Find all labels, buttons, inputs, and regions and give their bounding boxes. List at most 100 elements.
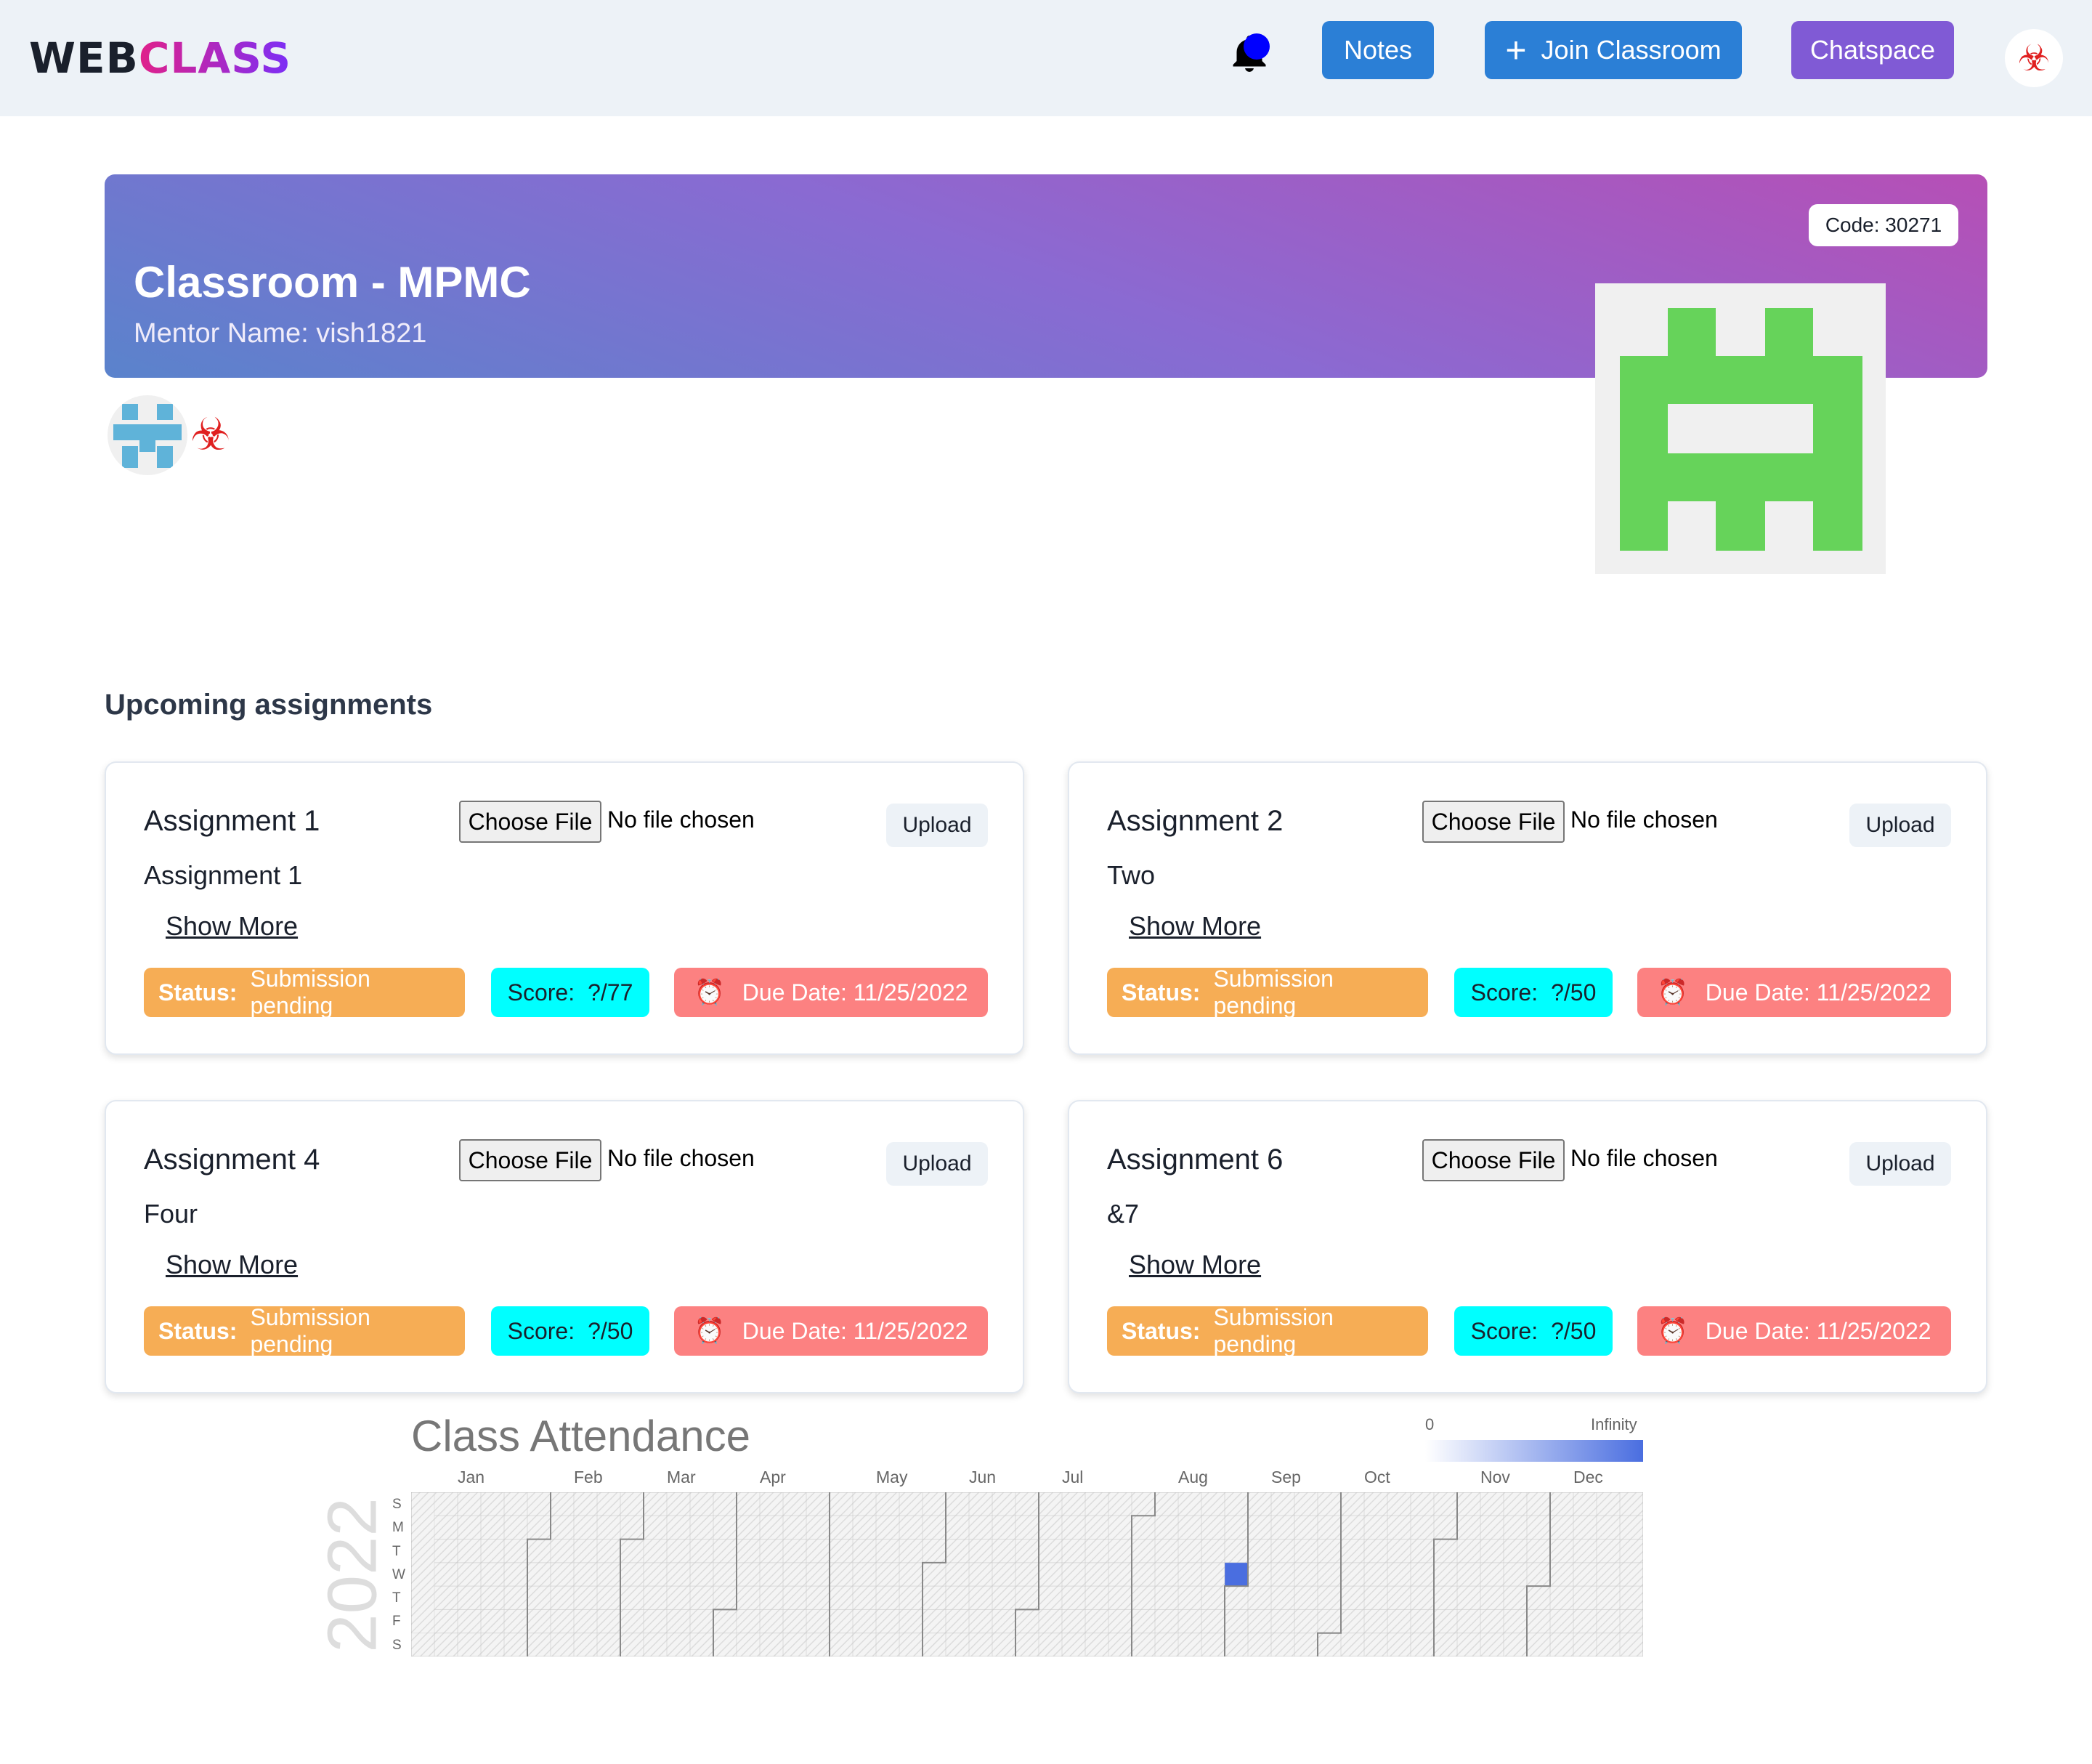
upload-button[interactable]: Upload [886, 1142, 988, 1186]
heatmap-day-cell [1154, 1609, 1179, 1634]
member-avatar[interactable] [108, 395, 187, 475]
heatmap-day-cell [666, 1562, 691, 1587]
heatmap-day-cell [1363, 1562, 1388, 1587]
heatmap-day-cell [527, 1609, 551, 1634]
heatmap-day-cell [1480, 1492, 1504, 1516]
heatmap-day-cell [550, 1609, 575, 1634]
heatmap-day-cell [852, 1539, 877, 1563]
webclass-logo[interactable]: WEBCLASS [29, 33, 291, 83]
heatmap-day-cell [1061, 1562, 1086, 1587]
heatmap-day-cell [434, 1632, 458, 1656]
heatmap-day-cell [457, 1562, 482, 1587]
heatmap-day-cell [550, 1492, 575, 1516]
heatmap-day-cell [1201, 1562, 1225, 1587]
choose-file-button[interactable]: Choose File [459, 1139, 601, 1181]
heatmap-day-cell [1526, 1539, 1551, 1563]
heatmap-day-cell [1247, 1632, 1272, 1656]
upload-button[interactable]: Upload [886, 804, 988, 847]
month-label: Oct [1364, 1468, 1390, 1486]
heatmap-day-cell [852, 1609, 877, 1634]
heatmap-day-cell [1480, 1562, 1504, 1587]
alarm-clock-icon: ⏰ [1657, 979, 1688, 1006]
heatmap-day-cell [1526, 1492, 1551, 1516]
heatmap-day-cell [1363, 1492, 1388, 1516]
heatmap-day-cell [596, 1539, 621, 1563]
show-more-link[interactable]: Show More [166, 911, 298, 942]
choose-file-button[interactable]: Choose File [459, 801, 601, 843]
heatmap-day-cell [1619, 1585, 1643, 1610]
heatmap-day-cell [1619, 1609, 1643, 1634]
heatmap-day-cell [1363, 1609, 1388, 1634]
heatmap-day-cell [968, 1562, 993, 1587]
heatmap-day-cell [1084, 1539, 1109, 1563]
upload-button[interactable]: Upload [1849, 1142, 1951, 1186]
show-more-link[interactable]: Show More [166, 1250, 298, 1280]
heatmap-day-cell [1247, 1515, 1272, 1540]
heatmap-day-cell [1294, 1562, 1318, 1587]
heatmap-day-cell [1247, 1492, 1272, 1516]
choose-file-button[interactable]: Choose File [1422, 1139, 1565, 1181]
biohazard-icon[interactable]: ☣ [190, 413, 231, 458]
heatmap-day-cell [1573, 1609, 1597, 1634]
heatmap-day-cell [1015, 1632, 1039, 1656]
heatmap-day-cell [992, 1562, 1016, 1587]
show-more-link[interactable]: Show More [1129, 911, 1261, 942]
heatmap-day-cell [1573, 1632, 1597, 1656]
heatmap-day-cell [1084, 1632, 1109, 1656]
join-classroom-button[interactable]: + Join Classroom [1485, 21, 1742, 79]
heatmap-day-cell [1503, 1562, 1528, 1587]
month-label: Jun [969, 1468, 997, 1486]
profile-avatar[interactable]: ☣ [2005, 29, 2063, 87]
heatmap-day-cell [1573, 1585, 1597, 1610]
heatmap-day-cell [1503, 1585, 1528, 1610]
heatmap-day-cell [1573, 1515, 1597, 1540]
heatmap-day-cell [1270, 1539, 1295, 1563]
heatmap-day-cell [1503, 1609, 1528, 1634]
heatmap-day-cell [1177, 1515, 1202, 1540]
heatmap-day-cell [550, 1515, 575, 1540]
heatmap-day-cell [1131, 1492, 1156, 1516]
heatmap-day-cell [1619, 1562, 1643, 1587]
heatmap-day-cell [1526, 1562, 1551, 1587]
assignment-card: Assignment 6 Choose File No file chosen … [1068, 1100, 1987, 1393]
due-date-badge: ⏰ Due Date: 11/25/2022 [674, 1306, 988, 1356]
heatmap-day-cell [852, 1515, 877, 1540]
heatmap-day-cell [596, 1515, 621, 1540]
choose-file-button[interactable]: Choose File [1422, 801, 1565, 843]
heatmap-day-cell [1317, 1609, 1342, 1634]
file-status: No file chosen [1570, 1145, 1718, 1171]
month-label: Mar [667, 1468, 696, 1486]
heatmap-day-cell [1340, 1585, 1365, 1610]
heatmap-day-cell [1061, 1585, 1086, 1610]
heatmap-day-cell [1015, 1515, 1039, 1540]
heatmap-day-cell [480, 1515, 505, 1540]
day-label: F [392, 1614, 401, 1630]
upload-button[interactable]: Upload [1849, 804, 1951, 847]
heatmap-day-cell [1224, 1539, 1249, 1563]
chatspace-button[interactable]: Chatspace [1791, 21, 1954, 79]
heatmap-day-cell [1387, 1632, 1411, 1656]
heatmap-day-cell [1224, 1492, 1249, 1516]
heatmap-day-cell [596, 1585, 621, 1610]
heatmap-day-cell [666, 1632, 691, 1656]
heatmap-day-cell [829, 1539, 854, 1563]
heatmap-day-cell [1084, 1515, 1109, 1540]
heatmap-day-cell [1177, 1632, 1202, 1656]
score-badge: Score: ?/77 [491, 968, 649, 1017]
heatmap-day-cell [1108, 1539, 1132, 1563]
heatmap-day-cell [1015, 1562, 1039, 1587]
heatmap-day-cell [620, 1515, 644, 1540]
heatmap-day-cell [1247, 1609, 1272, 1634]
heatmap-day-cell [1247, 1539, 1272, 1563]
heatmap-day-cell [736, 1515, 761, 1540]
heatmap-day-cell [1596, 1562, 1621, 1587]
heatmap-day-cell [968, 1492, 993, 1516]
attendance-heatmap [411, 1492, 1643, 1656]
heatmap-day-cell [1549, 1609, 1574, 1634]
heatmap-day-cell [806, 1515, 830, 1540]
heatmap-day-cell [782, 1539, 807, 1563]
show-more-link[interactable]: Show More [1129, 1250, 1261, 1280]
heatmap-day-cell [1456, 1585, 1481, 1610]
heatmap-day-cell [1015, 1585, 1039, 1610]
notes-button[interactable]: Notes [1322, 21, 1434, 79]
